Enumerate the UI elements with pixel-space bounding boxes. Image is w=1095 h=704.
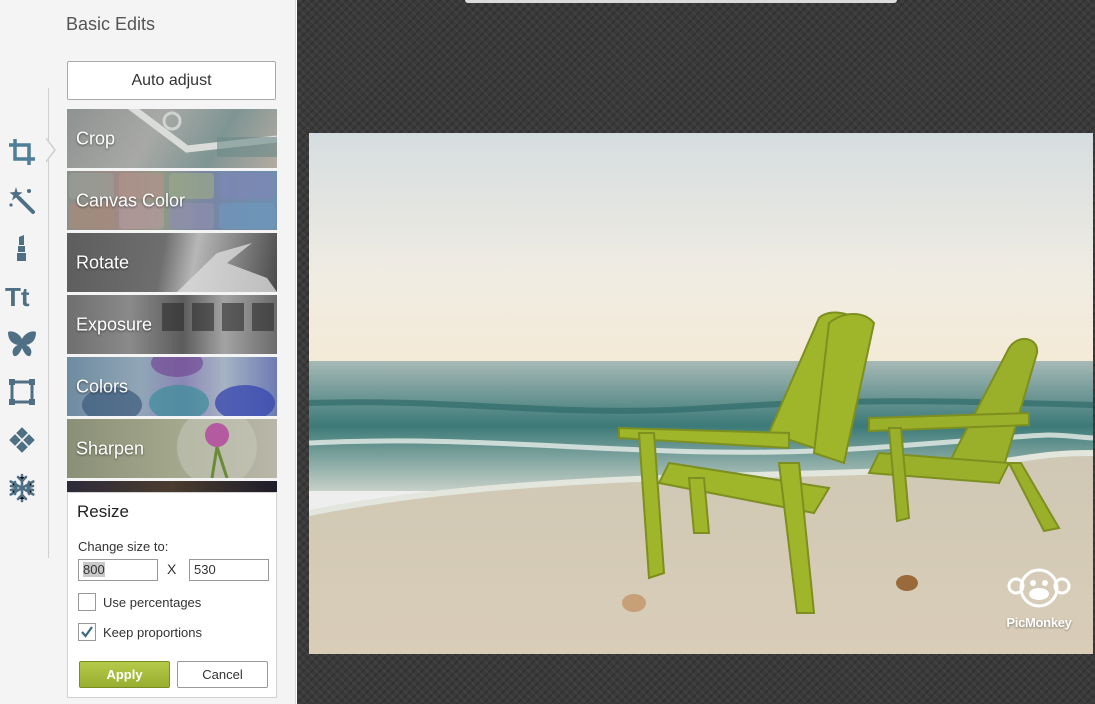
crop-label: Crop [76, 128, 116, 148]
exposure-label: Exposure [76, 314, 153, 334]
canvas-color-label: Canvas Color [76, 190, 186, 210]
auto-adjust-button[interactable]: Auto adjust [67, 61, 276, 100]
canvas-area[interactable]: PicMonkey [297, 0, 1095, 704]
width-value: 800 [83, 562, 105, 577]
sharpen-item[interactable]: Sharpen [67, 419, 277, 478]
frame-icon[interactable] [4, 374, 40, 410]
size-separator: X [167, 561, 177, 577]
colors-item[interactable]: Colors [67, 357, 277, 416]
crop-icon[interactable] [4, 134, 40, 170]
picmonkey-watermark: PicMonkey [999, 566, 1079, 630]
use-percentages-label: Use percentages [103, 594, 202, 610]
sharpen-label: Sharpen [76, 438, 145, 458]
resize-title: Resize [77, 502, 129, 521]
butterfly-icon[interactable] [4, 326, 40, 362]
resize-panel: Resize Change size to: 800 X 530 Use per… [67, 492, 277, 698]
beach-chairs-image [309, 133, 1093, 654]
use-percentages-checkbox[interactable] [78, 593, 96, 611]
lipstick-icon[interactable] [4, 230, 40, 266]
text-icon[interactable]: Tt [4, 278, 40, 314]
rotate-label: Rotate [76, 252, 130, 272]
keep-proportions-checkbox[interactable] [78, 623, 96, 641]
photo-canvas[interactable]: PicMonkey [309, 133, 1093, 654]
keep-proportions-label: Keep proportions [103, 624, 203, 640]
selected-tool-pointer [45, 137, 56, 163]
edit-panel: Tt Basic Edits Auto adjust Crop Canvas C… [0, 0, 296, 704]
rotate-item[interactable]: Rotate [67, 233, 277, 292]
change-size-label: Change size to: [78, 539, 169, 554]
snowflake-icon[interactable] [4, 470, 40, 506]
use-percentages-row: Use percentages [78, 593, 201, 611]
canvas-color-item[interactable]: Canvas Color [67, 171, 277, 230]
panel-title: Basic Edits [66, 14, 156, 34]
tool-rail: Tt [0, 88, 49, 558]
magic-wand-icon[interactable] [4, 182, 40, 218]
colors-label: Colors [76, 376, 129, 396]
checkmark-icon [81, 626, 93, 638]
apply-button[interactable]: Apply [79, 661, 170, 688]
top-toolbar-edge [465, 0, 897, 3]
height-input[interactable]: 530 [189, 559, 269, 581]
texture-icon[interactable] [4, 422, 40, 458]
svg-text:Tt: Tt [5, 282, 30, 311]
monkey-logo-icon [1007, 568, 1071, 608]
keep-proportions-row: Keep proportions [78, 623, 202, 641]
watermark-text: PicMonkey [1006, 615, 1072, 630]
crop-item[interactable]: Crop [67, 109, 277, 168]
width-input[interactable]: 800 [78, 559, 158, 581]
exposure-item[interactable]: Exposure [67, 295, 277, 354]
cancel-button[interactable]: Cancel [177, 661, 268, 688]
